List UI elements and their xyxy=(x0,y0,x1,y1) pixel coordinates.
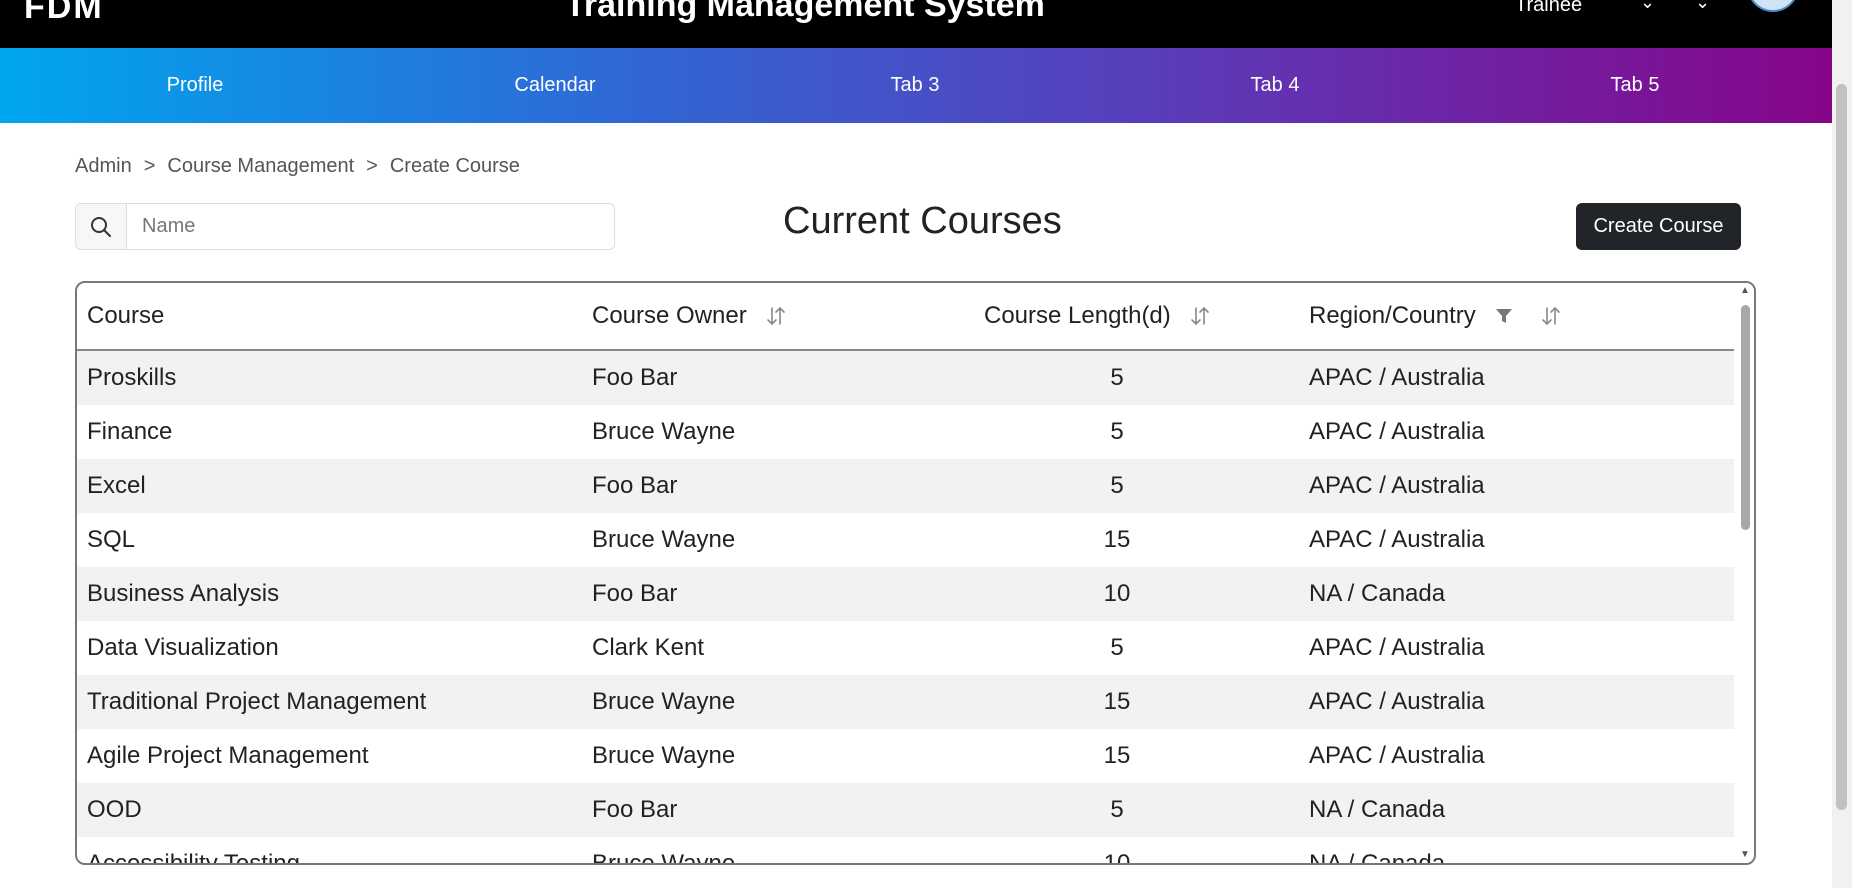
column-header-course: Course xyxy=(87,302,165,329)
cell-course: Data Visualization xyxy=(87,634,279,661)
cell-length: 10 xyxy=(1103,850,1131,865)
table-row[interactable]: Data Visualization Clark Kent 5 APAC / A… xyxy=(77,621,1734,675)
cell-length: 15 xyxy=(1103,742,1131,769)
cell-owner: Bruce Wayne xyxy=(592,418,736,445)
cell-region: APAC / Australia xyxy=(1309,364,1485,391)
column-header-course-owner: Course Owner xyxy=(592,283,787,349)
search-icon[interactable] xyxy=(76,204,127,249)
table-row[interactable]: OOD Foo Bar 5 NA / Canada xyxy=(77,783,1734,837)
fdm-logo[interactable]: FDM xyxy=(24,0,104,27)
cell-length: 5 xyxy=(1110,796,1124,823)
courses-table: Course Course Owner Course Length(d) Reg… xyxy=(75,281,1756,865)
cell-owner: Bruce Wayne xyxy=(592,742,736,769)
sort-icon[interactable] xyxy=(765,305,787,327)
cell-region: APAC / Australia xyxy=(1309,688,1485,715)
cell-region: NA / Canada xyxy=(1309,796,1446,823)
cell-owner: Bruce Wayne xyxy=(592,526,736,553)
cell-course: OOD xyxy=(87,796,142,823)
cell-region: APAC / Australia xyxy=(1309,418,1485,445)
column-header-course-length: Course Length(d) xyxy=(984,283,1211,349)
breadcrumb-separator: > xyxy=(143,155,156,177)
nav-tab-calendar[interactable]: Calendar xyxy=(455,48,655,123)
cell-region: APAC / Australia xyxy=(1309,634,1485,661)
table-body: Proskills Foo Bar 5 APAC / Australia Fin… xyxy=(77,351,1734,865)
cell-owner: Foo Bar xyxy=(592,580,678,607)
cell-length: 5 xyxy=(1110,418,1124,445)
nav-tab-5[interactable]: Tab 5 xyxy=(1535,48,1735,123)
nav-tab-4[interactable]: Tab 4 xyxy=(1175,48,1375,123)
column-header-region-country: Region/Country xyxy=(1309,283,1562,349)
cell-course: Agile Project Management xyxy=(87,742,369,769)
table-row[interactable]: Agile Project Management Bruce Wayne 15 … xyxy=(77,729,1734,783)
cell-owner: Foo Bar xyxy=(592,796,678,823)
search-box xyxy=(75,203,615,250)
cell-length: 15 xyxy=(1103,526,1131,553)
breadcrumb-course-management[interactable]: Course Management xyxy=(167,155,354,177)
chevron-down-icon[interactable]: ⌄ xyxy=(1640,0,1655,13)
cell-region: NA / Canada xyxy=(1309,850,1446,865)
filter-icon[interactable] xyxy=(1494,306,1514,326)
table-header: Course Course Owner Course Length(d) Reg… xyxy=(77,283,1734,351)
table-row[interactable]: Accessibility Testing Bruce Wayne 10 NA … xyxy=(77,837,1734,865)
nav-tab-3[interactable]: Tab 3 xyxy=(815,48,1015,123)
nav-tab-profile[interactable]: Profile xyxy=(95,48,295,123)
breadcrumb-separator: > xyxy=(366,155,378,177)
cell-region: APAC / Australia xyxy=(1309,472,1485,499)
cell-owner: Foo Bar xyxy=(592,472,678,499)
scroll-up-arrow-icon[interactable]: ▲ xyxy=(1740,285,1750,296)
table-row[interactable]: Proskills Foo Bar 5 APAC / Australia xyxy=(77,351,1734,405)
cell-owner: Bruce Wayne xyxy=(592,688,736,715)
page-scrollbar-thumb[interactable] xyxy=(1836,84,1847,810)
sort-icon[interactable] xyxy=(1540,305,1562,327)
breadcrumb-admin[interactable]: Admin xyxy=(75,155,132,177)
search-input[interactable] xyxy=(128,204,614,249)
cell-course: Accessibility Testing xyxy=(87,850,300,865)
table-scrollbar[interactable]: ▲ ▼ xyxy=(1736,283,1754,863)
breadcrumb: Admin > Course Management > Create Course xyxy=(75,155,520,178)
page-scrollbar[interactable] xyxy=(1832,0,1852,888)
user-role-label[interactable]: Trainee xyxy=(1515,0,1582,17)
cell-course: SQL xyxy=(87,526,136,553)
table-row[interactable]: Finance Bruce Wayne 5 APAC / Australia xyxy=(77,405,1734,459)
cell-region: APAC / Australia xyxy=(1309,526,1485,553)
avatar[interactable] xyxy=(1747,0,1799,12)
page-title: Current Courses xyxy=(783,200,1062,242)
sort-icon[interactable] xyxy=(1189,305,1211,327)
scroll-down-arrow-icon[interactable]: ▼ xyxy=(1740,849,1750,860)
breadcrumb-create-course: Create Course xyxy=(389,155,520,177)
table-row[interactable]: SQL Bruce Wayne 15 APAC / Australia xyxy=(77,513,1734,567)
table-row[interactable]: Business Analysis Foo Bar 10 NA / Canada xyxy=(77,567,1734,621)
cell-course: Traditional Project Management xyxy=(87,688,427,715)
top-header: FDM Training Management System Trainee ⌄… xyxy=(0,0,1832,48)
cell-owner: Foo Bar xyxy=(592,364,678,391)
chevron-down-icon[interactable]: ⌄ xyxy=(1695,0,1710,13)
cell-length: 15 xyxy=(1103,688,1131,715)
table-row[interactable]: Traditional Project Management Bruce Way… xyxy=(77,675,1734,729)
app-title: Training Management System xyxy=(565,0,1045,24)
table-row[interactable]: Excel Foo Bar 5 APAC / Australia xyxy=(77,459,1734,513)
cell-course: Business Analysis xyxy=(87,580,280,607)
cell-course: Finance xyxy=(87,418,173,445)
cell-length: 10 xyxy=(1103,580,1131,607)
table-scrollbar-thumb[interactable] xyxy=(1741,305,1750,530)
cell-region: APAC / Australia xyxy=(1309,742,1485,769)
cell-owner: Clark Kent xyxy=(592,634,705,661)
cell-course: Proskills xyxy=(87,364,177,391)
cell-owner: Bruce Wayne xyxy=(592,850,736,865)
cell-length: 5 xyxy=(1110,364,1124,391)
cell-region: NA / Canada xyxy=(1309,580,1446,607)
main-nav: Profile Calendar Tab 3 Tab 4 Tab 5 xyxy=(0,48,1832,123)
cell-length: 5 xyxy=(1110,634,1124,661)
cell-course: Excel xyxy=(87,472,146,499)
cell-length: 5 xyxy=(1110,472,1124,499)
create-course-button[interactable]: Create Course xyxy=(1576,203,1741,250)
